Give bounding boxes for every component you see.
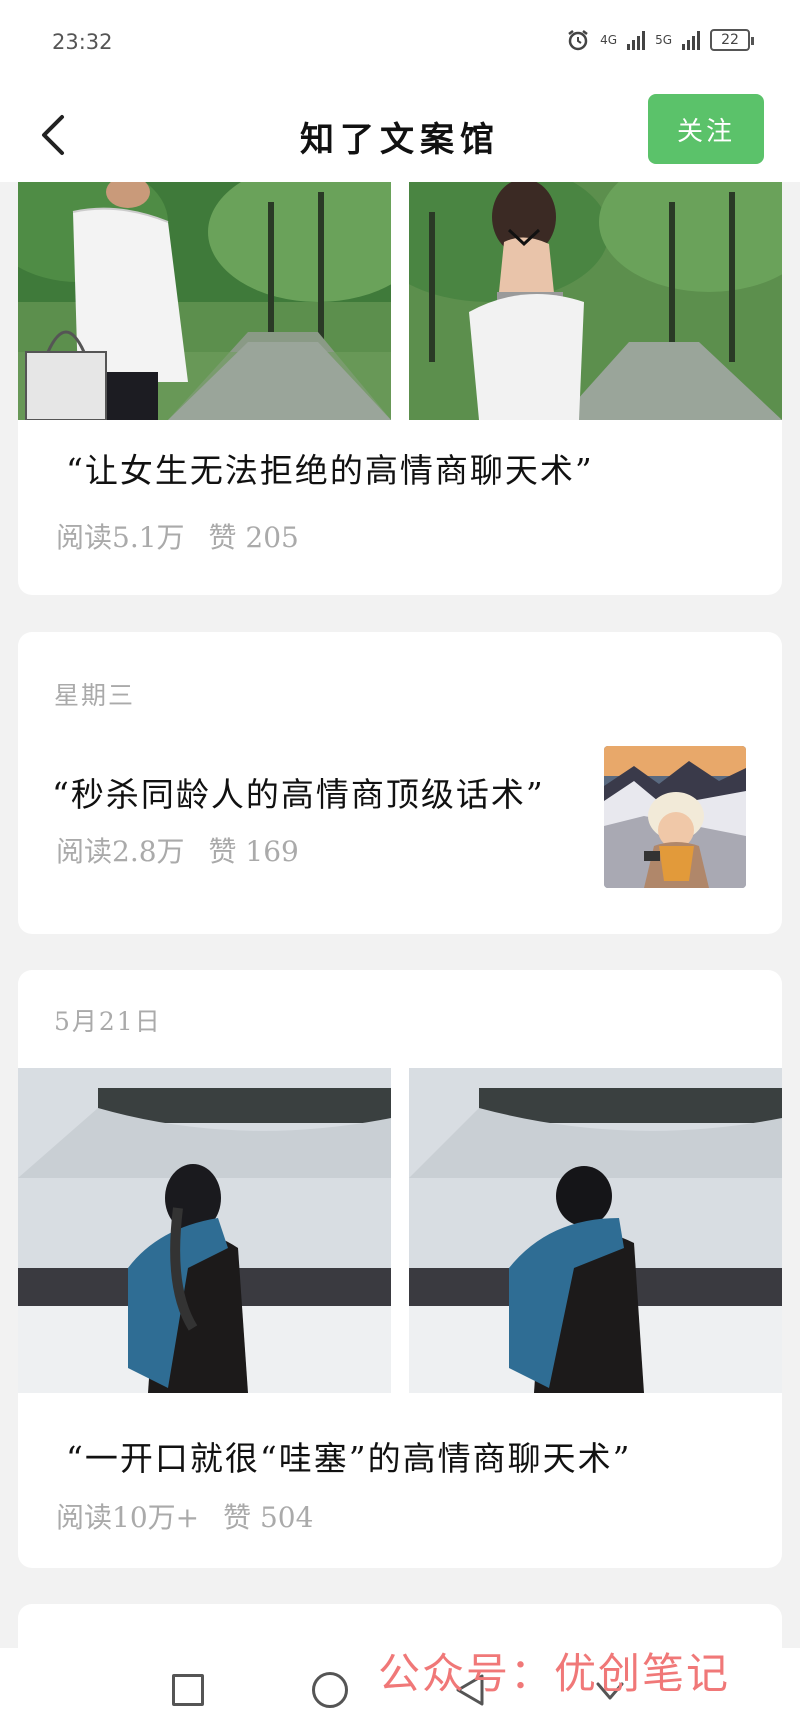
like-count: 赞 504 [223, 1501, 314, 1534]
article-thumbnail [604, 746, 746, 888]
status-time: 23:32 [52, 30, 113, 54]
article-title[interactable]: “一开口就很“哇塞”的高情商聊天术” [66, 1432, 752, 1480]
battery-level: 22 [721, 32, 739, 48]
battery-icon: 22 [710, 29, 754, 51]
header: 知了文案馆 关注 [0, 92, 800, 182]
article-card[interactable]: 5月21日 “一开口就很“哇塞”的高情商聊天术” 阅读10万+ 赞 504 [18, 970, 782, 1568]
article-image-pair [18, 182, 782, 420]
read-count: 阅读2.8万 [56, 835, 185, 868]
network-4g-label: 4G [600, 33, 618, 47]
signal-icon [627, 30, 646, 50]
network-5g-label: 5G [655, 33, 672, 47]
signal-icon [682, 30, 700, 50]
article-card[interactable]: “让女生无法拒绝的高情商聊天术” 阅读5.1万赞 205 [18, 182, 782, 595]
status-icons: 4G 5G 22 [566, 28, 754, 52]
cover-image-woman-walking [409, 182, 782, 420]
article-date: 5月21日 [54, 1007, 162, 1036]
follow-button[interactable]: 关注 [648, 94, 764, 164]
article-image-pair [18, 1068, 782, 1393]
watermark: 公众号：优创笔记 [378, 1649, 731, 1698]
cover-image-woman-scarf [18, 1068, 391, 1393]
article-meta: 阅读5.1万赞 205 [56, 516, 299, 556]
like-count: 赞 169 [208, 835, 299, 868]
read-count: 阅读5.1万 [56, 521, 185, 554]
status-bar: 23:32 4G 5G 22 [0, 0, 800, 92]
read-count: 阅读10万+ [56, 1501, 200, 1534]
cover-image-man-scarf [409, 1068, 782, 1393]
article-meta: 阅读10万+ 赞 504 [56, 1496, 313, 1536]
article-card[interactable]: 星期三 “秒杀同龄人的高情商顶级话术” 阅读2.8万赞 169 [18, 632, 782, 934]
cover-image-man-walking [18, 182, 391, 420]
like-count: 赞 205 [208, 521, 299, 554]
article-meta: 阅读2.8万赞 169 [56, 830, 299, 870]
home-icon[interactable] [312, 1672, 348, 1708]
recent-apps-icon[interactable] [172, 1674, 204, 1706]
article-title[interactable]: “让女生无法拒绝的高情商聊天术” [66, 444, 752, 492]
alarm-icon [568, 30, 588, 51]
article-date: 星期三 [54, 681, 136, 710]
